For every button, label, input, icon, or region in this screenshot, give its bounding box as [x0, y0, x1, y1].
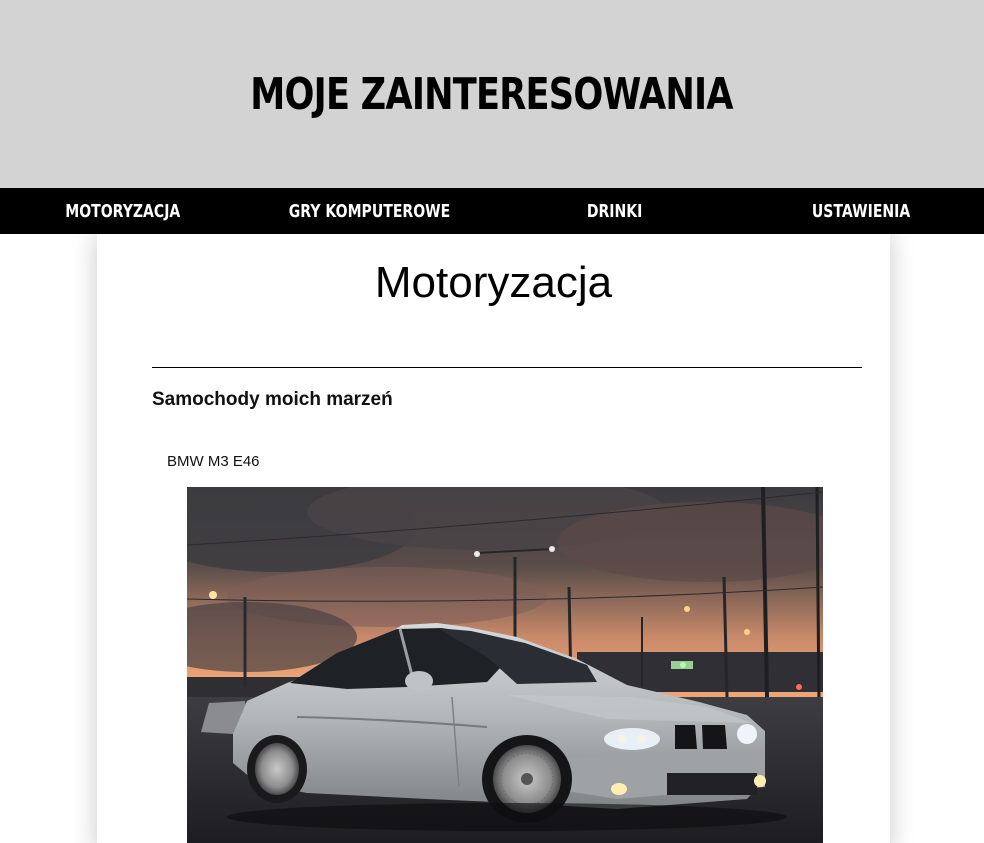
content-card: Motoryzacja Samochody moich marzeń BMW M…	[97, 234, 890, 843]
car-photo-illustration	[187, 487, 823, 843]
car-photo	[187, 487, 823, 843]
site-title: MOJE ZAINTERESOWANIA	[250, 68, 734, 120]
divider	[152, 367, 862, 368]
nav-item-motoryzacja[interactable]: MOTORYZACJA	[0, 188, 246, 234]
nav-item-label: GRY KOMPUTEROWE	[288, 200, 450, 222]
nav-item-drinki[interactable]: DRINKI	[492, 188, 738, 234]
nav-item-label: DRINKI	[587, 200, 643, 222]
page-heading: Motoryzacja	[374, 258, 613, 307]
section-heading: Samochody moich marzeń	[152, 389, 393, 410]
car-label: BMW M3 E46	[167, 453, 260, 470]
nav-item-gry-komputerowe[interactable]: GRY KOMPUTEROWE	[246, 188, 492, 234]
site-header: MOJE ZAINTERESOWANIA	[0, 0, 984, 188]
nav-item-label: USTAWIENIA	[811, 200, 911, 222]
nav-item-ustawienia[interactable]: USTAWIENIA	[738, 188, 984, 234]
main-nav: MOTORYZACJA GRY KOMPUTEROWE DRINKI USTAW…	[0, 188, 984, 234]
nav-item-label: MOTORYZACJA	[65, 200, 181, 222]
